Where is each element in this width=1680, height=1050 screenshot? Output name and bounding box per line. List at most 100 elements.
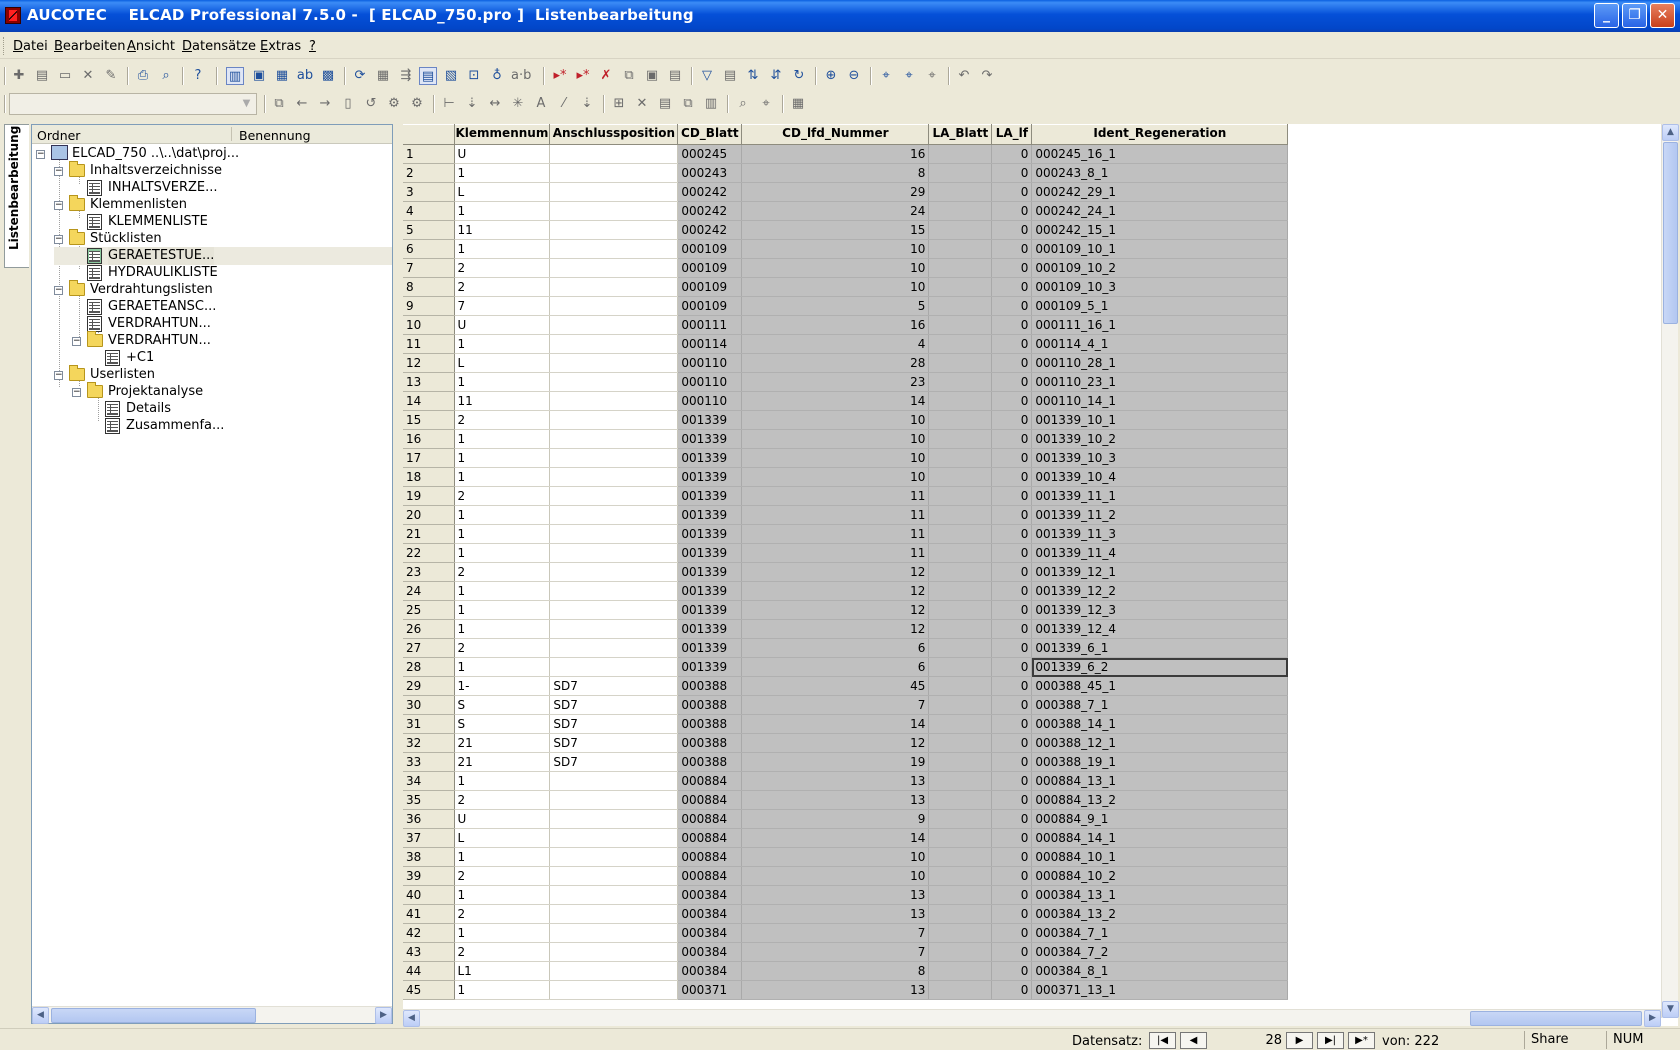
cd-lfd-nummer-cell[interactable]: 10 [741, 866, 930, 886]
anschlussposition-cell[interactable] [549, 467, 679, 487]
klemmennum-cell[interactable]: 11 [454, 220, 551, 240]
col-header-cd-blatt[interactable]: CD_Blatt [677, 124, 743, 145]
delete-record-icon[interactable]: ✗ [597, 67, 615, 85]
print-preview-icon[interactable]: ⌕ [157, 67, 175, 85]
ident-regeneration-cell[interactable]: 000110_14_1 [1031, 391, 1289, 411]
grid-icon[interactable]: ▩ [319, 67, 337, 85]
col-header-la-blatt[interactable]: LA_Blatt [928, 124, 993, 145]
table-row[interactable]: 11 1 000114 4 0 000114_4_1 [403, 334, 1289, 354]
klemmennum-cell[interactable]: 1 [454, 980, 551, 1000]
klemmennum-cell[interactable]: 2 [454, 486, 551, 506]
cd-lfd-nummer-cell[interactable]: 19 [741, 752, 930, 772]
collapse-icon[interactable]: − [72, 388, 81, 397]
ident-regeneration-cell[interactable]: 000388_19_1 [1031, 752, 1289, 772]
table-row[interactable]: 36 U 000884 9 0 000884_9_1 [403, 809, 1289, 829]
row-number-cell[interactable]: 35 [403, 790, 455, 810]
table-row[interactable]: 28 1 001339 6 0 001339_6_2 [403, 657, 1289, 677]
cd-blatt-cell[interactable]: 001339 [677, 638, 743, 658]
row-number-cell[interactable]: 29 [403, 676, 455, 696]
cd-lfd-nummer-cell[interactable]: 8 [741, 163, 930, 183]
anschlussposition-cell[interactable] [549, 562, 679, 582]
la-lf-cell[interactable]: 0 [991, 334, 1033, 354]
row-number-cell[interactable]: 14 [403, 391, 455, 411]
cd-lfd-nummer-cell[interactable]: 13 [741, 885, 930, 905]
tool-b-icon[interactable]: ⚙ [408, 95, 426, 113]
ident-regeneration-cell[interactable]: 001339_11_4 [1031, 543, 1289, 563]
list-view-icon[interactable]: ▤ [419, 67, 437, 85]
la-lf-cell[interactable]: 0 [991, 733, 1033, 753]
cd-blatt-cell[interactable]: 000242 [677, 201, 743, 221]
ident-regeneration-cell[interactable]: 000110_23_1 [1031, 372, 1289, 392]
cross-icon[interactable]: ✕ [633, 95, 651, 113]
la-blatt-cell[interactable] [928, 448, 993, 468]
anschlussposition-cell[interactable]: SD7 [549, 676, 679, 696]
anschlussposition-cell[interactable] [549, 391, 679, 411]
klemmennum-cell[interactable]: 2 [454, 790, 551, 810]
la-blatt-cell[interactable] [928, 581, 993, 601]
la-lf-cell[interactable]: 0 [991, 961, 1033, 981]
table-row[interactable]: 39 2 000884 10 0 000884_10_2 [403, 866, 1289, 886]
cd-blatt-cell[interactable]: 000111 [677, 315, 743, 335]
la-lf-cell[interactable]: 0 [991, 372, 1033, 392]
page-icon[interactable]: ▯ [339, 95, 357, 113]
anschlussposition-cell[interactable]: SD7 [549, 752, 679, 772]
ident-regeneration-cell[interactable]: 000884_10_2 [1031, 866, 1289, 886]
la-lf-cell[interactable]: 0 [991, 980, 1033, 1000]
row-number-cell[interactable]: 24 [403, 581, 455, 601]
anschlussposition-cell[interactable] [549, 239, 679, 259]
ident-regeneration-cell[interactable]: 000371_13_1 [1031, 980, 1289, 1000]
cd-blatt-cell[interactable]: 000109 [677, 277, 743, 297]
cd-lfd-nummer-cell[interactable]: 12 [741, 581, 930, 601]
anschlussposition-cell[interactable] [549, 942, 679, 962]
la-blatt-cell[interactable] [928, 486, 993, 506]
la-lf-cell[interactable]: 0 [991, 695, 1033, 715]
print-icon[interactable]: ⎙ [134, 67, 152, 85]
cd-lfd-nummer-cell[interactable]: 12 [741, 619, 930, 639]
sort-asc-icon[interactable]: ⇅ [744, 67, 762, 85]
tool-a-icon[interactable]: ⚙ [385, 95, 403, 113]
tree-horizontal-scrollbar[interactable]: ◀ ▶ [32, 1006, 392, 1024]
anschlussposition-cell[interactable] [549, 258, 679, 278]
cd-lfd-nummer-cell[interactable]: 10 [741, 467, 930, 487]
anschlussposition-cell[interactable] [549, 315, 679, 335]
table-row[interactable]: 24 1 001339 12 0 001339_12_2 [403, 581, 1289, 601]
cd-blatt-cell[interactable]: 000384 [677, 942, 743, 962]
anschlussposition-cell[interactable]: SD7 [549, 714, 679, 734]
ident-regeneration-cell[interactable]: 000242_15_1 [1031, 220, 1289, 240]
table-row[interactable]: 34 1 000884 13 0 000884_13_1 [403, 771, 1289, 791]
klemmennum-cell[interactable]: U [454, 809, 551, 829]
la-blatt-cell[interactable] [928, 163, 993, 183]
row-number-cell[interactable]: 21 [403, 524, 455, 544]
klemmennum-cell[interactable]: 1 [454, 448, 551, 468]
table-row[interactable]: 23 2 001339 12 0 001339_12_1 [403, 562, 1289, 582]
cd-lfd-nummer-cell[interactable]: 5 [741, 296, 930, 316]
cd-blatt-cell[interactable]: 000114 [677, 334, 743, 354]
ident-regeneration-cell[interactable]: 001339_10_3 [1031, 448, 1289, 468]
cd-lfd-nummer-cell[interactable]: 10 [741, 258, 930, 278]
table-row[interactable]: 45 1 000371 13 0 000371_13_1 [403, 980, 1289, 1000]
col-header-cd-lfd-nummer[interactable]: CD_lfd_Nummer [741, 124, 930, 145]
klemmennum-cell[interactable]: 1 [454, 372, 551, 392]
cd-lfd-nummer-cell[interactable]: 6 [741, 638, 930, 658]
ident-regeneration-cell[interactable]: 000110_28_1 [1031, 353, 1289, 373]
la-blatt-cell[interactable] [928, 600, 993, 620]
ident-regeneration-cell[interactable]: 000242_24_1 [1031, 201, 1289, 221]
row-number-cell[interactable]: 16 [403, 429, 455, 449]
la-lf-cell[interactable]: 0 [991, 467, 1033, 487]
minimize-button[interactable]: _ [1594, 3, 1619, 28]
la-blatt-cell[interactable] [928, 752, 993, 772]
table-row[interactable]: 14 11 000110 14 0 000110_14_1 [403, 391, 1289, 411]
la-blatt-cell[interactable] [928, 182, 993, 202]
la-lf-cell[interactable]: 0 [991, 828, 1033, 848]
table-row[interactable]: 15 2 001339 10 0 001339_10_1 [403, 410, 1289, 430]
scroll-thumb[interactable] [51, 1008, 256, 1023]
la-blatt-cell[interactable] [928, 714, 993, 734]
anschlussposition-cell[interactable] [549, 429, 679, 449]
line-icon[interactable]: ⁄ [555, 95, 573, 113]
la-blatt-cell[interactable] [928, 296, 993, 316]
cd-blatt-cell[interactable]: 000884 [677, 790, 743, 810]
cd-blatt-cell[interactable]: 000110 [677, 353, 743, 373]
la-lf-cell[interactable]: 0 [991, 790, 1033, 810]
copy-icon[interactable]: ⧉ [270, 95, 288, 113]
anschlussposition-cell[interactable] [549, 657, 679, 677]
